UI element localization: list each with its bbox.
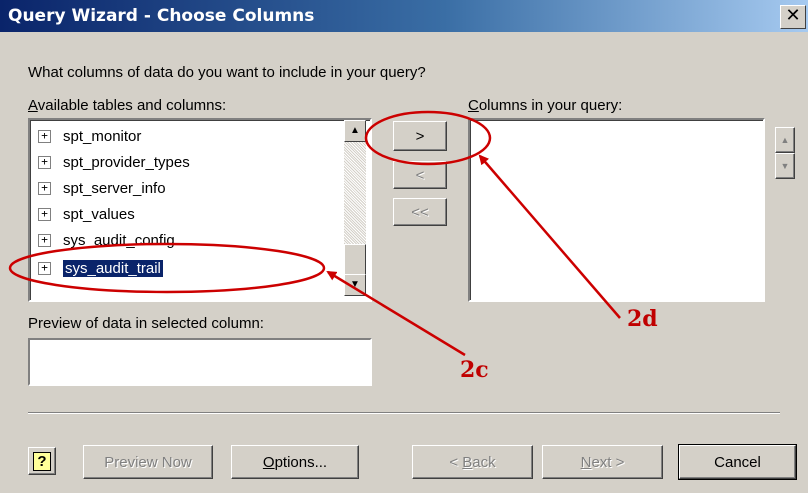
next-label: ext > xyxy=(591,453,625,471)
available-label: Available tables and columns: xyxy=(28,97,226,114)
next-access-key: N xyxy=(580,453,592,471)
list-item-label: spt_monitor xyxy=(63,127,142,145)
help-button[interactable]: ? xyxy=(28,447,56,475)
next-button[interactable]: Next > xyxy=(542,445,663,479)
preview-now-button[interactable]: Preview Now xyxy=(83,445,213,479)
plus-box-icon[interactable]: + xyxy=(38,181,51,195)
list-item[interactable]: + sys_audit_config xyxy=(38,228,175,252)
query-columns-list[interactable] xyxy=(468,118,765,302)
close-button[interactable]: ✕ xyxy=(780,5,806,29)
prompt-text: What columns of data do you want to incl… xyxy=(28,64,426,81)
plus-box-icon[interactable]: + xyxy=(38,129,51,143)
list-item[interactable]: + spt_values xyxy=(38,202,135,226)
cancel-button[interactable]: Cancel xyxy=(678,444,797,480)
arrow-up-icon: ▲ xyxy=(780,135,790,145)
query-columns-label-access-key: C xyxy=(468,97,479,114)
plus-box-icon[interactable]: + xyxy=(38,261,51,275)
back-button[interactable]: < Back xyxy=(412,445,533,479)
query-columns-label-text: olumns in your query: xyxy=(478,97,623,114)
available-list-scrollbar[interactable]: ▲ ▼ xyxy=(344,120,366,296)
footer-divider xyxy=(28,412,780,414)
options-button[interactable]: Options... xyxy=(231,445,359,479)
back-access-key: B xyxy=(462,453,473,471)
options-label: ptions... xyxy=(274,453,328,471)
options-access-key: O xyxy=(262,453,275,471)
available-label-access-key: A xyxy=(28,97,38,114)
plus-box-icon[interactable]: + xyxy=(38,207,51,221)
plus-box-icon[interactable]: + xyxy=(38,155,51,169)
available-tables-list[interactable]: + spt_monitor + spt_provider_types + spt… xyxy=(28,118,372,302)
list-item[interactable]: + spt_monitor xyxy=(38,124,141,148)
plus-box-icon[interactable]: + xyxy=(38,233,51,247)
list-item-selected[interactable]: + sys_audit_trail xyxy=(38,256,164,280)
preview-label: Preview of data in selected column: xyxy=(28,315,264,332)
list-item[interactable]: + spt_provider_types xyxy=(38,150,190,174)
list-item-label: spt_server_info xyxy=(63,179,166,197)
back-prefix: < xyxy=(449,453,463,471)
query-columns-label: Columns in your query: xyxy=(468,97,622,114)
remove-column-button[interactable]: < xyxy=(393,161,447,189)
list-item[interactable]: + spt_server_info xyxy=(38,176,166,200)
move-up-button[interactable]: ▲ xyxy=(775,127,795,153)
add-column-button[interactable]: > xyxy=(393,121,447,151)
list-item-label: spt_values xyxy=(63,205,135,223)
title-bar[interactable]: Query Wizard - Choose Columns ✕ xyxy=(0,0,808,32)
arrow-up-icon: ▲ xyxy=(350,125,360,136)
help-icon: ? xyxy=(33,451,51,471)
arrow-down-icon: ▼ xyxy=(350,279,360,290)
list-item-label: sys_audit_trail xyxy=(62,258,164,278)
available-label-text: vailable tables and columns: xyxy=(37,97,227,114)
preview-field xyxy=(28,338,372,386)
list-item-label: spt_provider_types xyxy=(63,153,190,171)
move-down-button[interactable]: ▼ xyxy=(775,153,795,179)
annotation-label-2c: 2c xyxy=(460,357,489,383)
window-title: Query Wizard - Choose Columns xyxy=(8,6,315,26)
remove-all-columns-button[interactable]: << xyxy=(393,198,447,226)
back-label: ack xyxy=(472,453,496,471)
annotation-label-2d: 2d xyxy=(627,306,658,332)
scroll-up-button[interactable]: ▲ xyxy=(344,120,366,142)
scroll-thumb[interactable] xyxy=(344,244,366,276)
list-item-label: sys_audit_config xyxy=(63,231,175,249)
close-icon: ✕ xyxy=(785,5,801,26)
arrow-down-icon: ▼ xyxy=(780,161,790,171)
scroll-down-button[interactable]: ▼ xyxy=(344,274,366,296)
